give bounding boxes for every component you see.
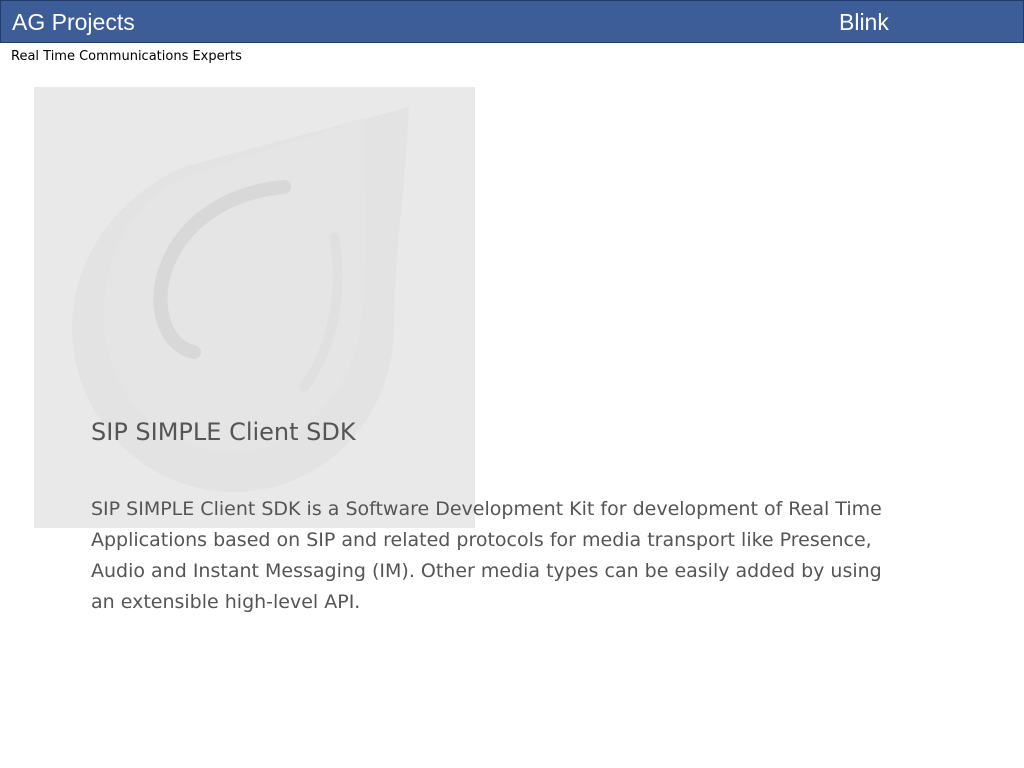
slide-body-text: SIP SIMPLE Client SDK is a Software Deve… (91, 498, 882, 613)
company-tagline: Real Time Communications Experts (11, 49, 242, 64)
blink-logo-icon (34, 87, 475, 528)
blink-logo-watermark (34, 87, 475, 528)
product-name: Blink (839, 9, 889, 35)
company-name: AG Projects (12, 9, 135, 35)
slide-title: SIP SIMPLE Client SDK (91, 418, 356, 446)
header-bar: AG Projects Blink (0, 0, 1024, 43)
